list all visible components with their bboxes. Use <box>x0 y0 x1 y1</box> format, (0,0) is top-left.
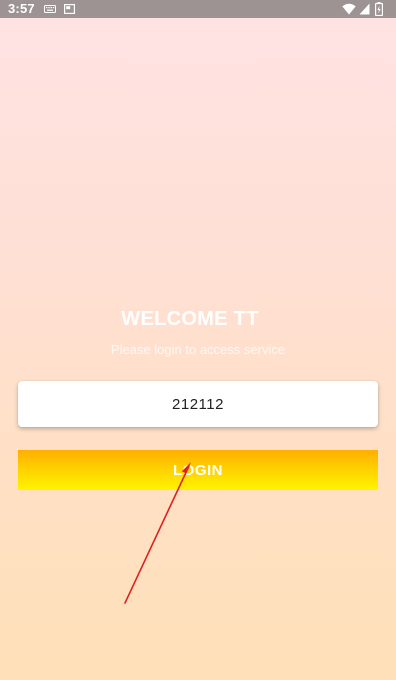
status-bar: 3:57 <box>0 0 396 18</box>
code-input[interactable] <box>18 381 378 427</box>
annotation-arrow <box>124 462 191 604</box>
status-time: 3:57 <box>8 1 35 16</box>
login-button[interactable]: LOGIN <box>18 450 378 490</box>
keyboard-icon <box>44 5 56 13</box>
signal-icon <box>359 3 370 15</box>
login-screen: 3:57 WELCOME TT Please login to access s… <box>0 0 396 680</box>
screen-icon <box>64 4 75 14</box>
status-right-icons <box>342 2 390 16</box>
wifi-icon <box>342 3 356 15</box>
welcome-subtitle: Please login to access service <box>110 342 286 357</box>
battery-icon <box>375 2 383 16</box>
welcome-title: WELCOME TT <box>121 308 259 330</box>
